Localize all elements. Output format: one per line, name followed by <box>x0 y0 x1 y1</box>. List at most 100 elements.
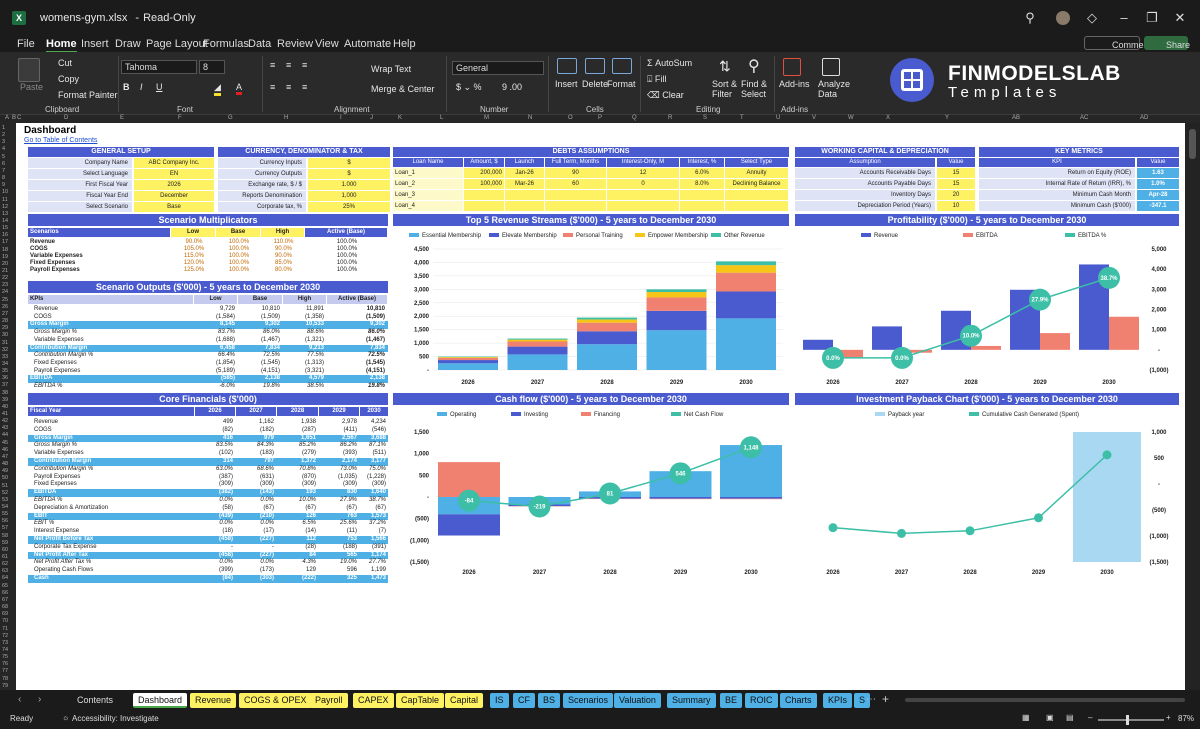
vertical-scrollbar[interactable] <box>1185 123 1200 690</box>
row-number[interactable]: 71 <box>2 626 8 632</box>
row-number[interactable]: 32 <box>2 347 8 353</box>
row-number[interactable]: 73 <box>2 640 8 646</box>
avatar[interactable] <box>1056 11 1070 25</box>
tab-be[interactable]: BE <box>720 693 743 708</box>
menu-review[interactable]: Review <box>277 38 313 50</box>
search-icon[interactable]: ⚲ <box>1020 8 1040 28</box>
row-number[interactable]: 59 <box>2 540 8 546</box>
delete-button[interactable]: Delete <box>582 79 608 89</box>
align-top-icon[interactable]: ≡ <box>270 60 275 70</box>
row-number[interactable]: 53 <box>2 497 8 503</box>
page-break-view-icon[interactable]: ▤ <box>1066 713 1074 722</box>
row-number[interactable]: 49 <box>2 468 8 474</box>
menu-automate[interactable]: Automate <box>344 38 391 50</box>
wc-value[interactable]: 10 <box>937 201 975 211</box>
debts-cell[interactable] <box>725 201 788 211</box>
debts-cell[interactable] <box>545 190 606 200</box>
tab-scenarios[interactable]: Scenarios <box>563 693 614 708</box>
row-number[interactable]: 11 <box>2 197 8 203</box>
row-number[interactable]: 34 <box>2 361 8 367</box>
minimize-icon[interactable]: – <box>1114 8 1134 28</box>
paste-button[interactable]: Paste <box>20 82 43 92</box>
debts-cell[interactable]: Annuity <box>725 168 788 178</box>
tab-kpis[interactable]: KPIs <box>823 693 853 708</box>
row-number[interactable]: 37 <box>2 382 8 388</box>
currency-value[interactable]: 1.000 <box>308 180 390 190</box>
row-number[interactable]: 51 <box>2 483 8 489</box>
row-number[interactable]: 39 <box>2 397 8 403</box>
tab-revenue[interactable]: Revenue <box>190 693 237 708</box>
tab-payroll[interactable]: Payroll <box>310 693 348 708</box>
menu-help[interactable]: Help <box>393 38 416 50</box>
zoom-out-icon[interactable]: – <box>1088 713 1092 722</box>
row-number[interactable]: 62 <box>2 561 8 567</box>
align-right-icon[interactable]: ≡ <box>302 82 307 92</box>
menu-file[interactable]: File <box>17 38 35 50</box>
insert-cells-icon[interactable] <box>557 58 577 74</box>
currency-value[interactable]: 1,000 <box>308 191 390 201</box>
copy-button[interactable]: Copy <box>58 74 79 84</box>
row-number[interactable]: 46 <box>2 447 8 453</box>
debts-cell[interactable]: 12 <box>607 168 679 178</box>
row-number[interactable]: 8 <box>2 175 5 181</box>
tab-scroll-right-icon[interactable]: › <box>38 694 41 705</box>
row-number[interactable]: 22 <box>2 275 8 281</box>
tab-scroll-left-icon[interactable]: ‹ <box>18 694 21 705</box>
row-number[interactable]: 15 <box>2 225 8 231</box>
row-number[interactable]: 47 <box>2 454 8 460</box>
italic-button[interactable]: I <box>140 82 143 92</box>
tab-more-icon[interactable]: ⋯ <box>866 694 876 705</box>
tab-capital[interactable]: Capital <box>445 693 484 708</box>
row-number[interactable]: 10 <box>2 189 8 195</box>
row-number[interactable]: 33 <box>2 354 8 360</box>
row-number[interactable]: 75 <box>2 654 8 660</box>
row-number[interactable]: 7 <box>2 168 5 174</box>
sort-filter-button[interactable]: Sort & Filter <box>712 79 742 99</box>
row-number[interactable]: 54 <box>2 504 8 510</box>
analyze-data-icon[interactable] <box>822 58 840 76</box>
row-number[interactable]: 52 <box>2 490 8 496</box>
row-number[interactable]: 69 <box>2 611 8 617</box>
row-number[interactable]: 44 <box>2 432 8 438</box>
row-number[interactable]: 30 <box>2 332 8 338</box>
diamond-icon[interactable]: ◇ <box>1082 8 1102 28</box>
restore-icon[interactable]: ❐ <box>1142 8 1162 28</box>
fill-button[interactable]: ⍗ Fill <box>647 74 666 85</box>
menu-data[interactable]: Data <box>248 38 271 50</box>
row-number[interactable]: 20 <box>2 261 8 267</box>
debts-cell[interactable]: 100,000 <box>464 179 504 189</box>
clear-button[interactable]: ⌫ Clear <box>647 90 684 101</box>
row-number[interactable]: 72 <box>2 633 8 639</box>
row-number[interactable]: 56 <box>2 518 8 524</box>
row-number[interactable]: 1 <box>2 125 5 131</box>
setup-value[interactable]: December <box>134 191 214 201</box>
number-format-select[interactable]: General <box>452 61 544 75</box>
add-sheet-icon[interactable]: + <box>882 692 889 706</box>
row-number[interactable]: 26 <box>2 304 8 310</box>
row-number[interactable]: 48 <box>2 461 8 467</box>
insert-button[interactable]: Insert <box>555 79 578 89</box>
row-number[interactable]: 41 <box>2 411 8 417</box>
menu-page-layout[interactable]: Page Layout <box>146 38 208 50</box>
debts-cell[interactable] <box>464 201 504 211</box>
row-number[interactable]: 14 <box>2 218 8 224</box>
debts-cell[interactable]: 8.0% <box>680 179 724 189</box>
debts-cell[interactable] <box>680 201 724 211</box>
row-number[interactable]: 28 <box>2 318 8 324</box>
row-number[interactable]: 61 <box>2 554 8 560</box>
row-number[interactable]: 45 <box>2 440 8 446</box>
currency-value[interactable]: $ <box>308 158 390 168</box>
tab-charts[interactable]: Charts <box>780 693 817 708</box>
debts-cell[interactable]: 200,000 <box>464 168 504 178</box>
format-painter-button[interactable]: Format Painter <box>58 90 118 100</box>
debts-cell[interactable] <box>680 190 724 200</box>
row-number[interactable]: 6 <box>2 161 5 167</box>
debts-cell[interactable]: Jan-26 <box>505 168 544 178</box>
debts-cell[interactable] <box>607 201 679 211</box>
tab-dashboard[interactable]: Dashboard <box>133 693 188 708</box>
currency-value[interactable]: $ <box>308 169 390 179</box>
debts-cell[interactable] <box>464 190 504 200</box>
row-number[interactable]: 57 <box>2 525 8 531</box>
format-button[interactable]: Format <box>607 79 636 89</box>
wrap-text-button[interactable]: Wrap Text <box>371 64 411 74</box>
